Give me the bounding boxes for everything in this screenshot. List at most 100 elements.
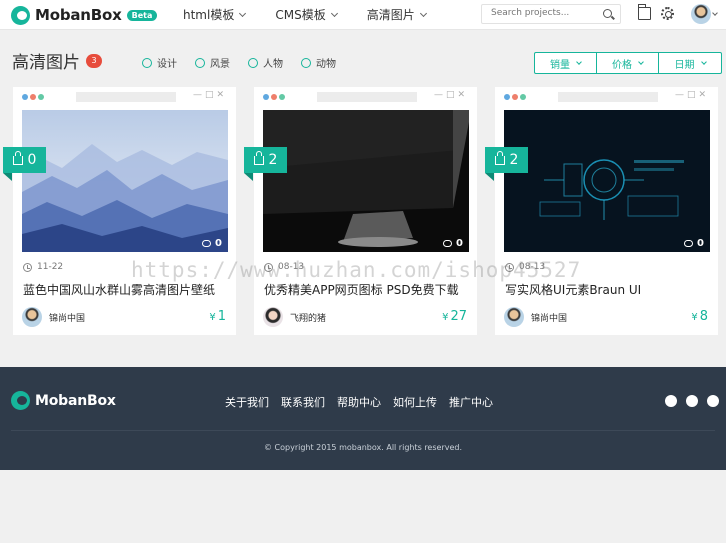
product-card[interactable]: —□✕ 0 0 11-22 蓝色中国风山水群山雾高清图片壁纸 锦尚中国 ¥1 xyxy=(3,87,236,335)
chevron-down-icon[interactable] xyxy=(712,10,718,16)
logo-icon xyxy=(11,5,30,25)
radio-icon[interactable] xyxy=(195,57,205,68)
window-controls-icon: —□✕ xyxy=(192,90,227,100)
filter-label: 风景 xyxy=(210,59,230,70)
card-author[interactable]: 飞翔的猪 xyxy=(263,307,326,327)
currency-symbol: ¥ xyxy=(209,312,216,323)
search-input[interactable] xyxy=(491,8,601,18)
footer-link-upload[interactable]: 如何上传 xyxy=(393,394,437,410)
price-value: 27 xyxy=(450,309,467,324)
search-box xyxy=(481,4,621,24)
like-count: 2 xyxy=(509,152,519,168)
filter-animals[interactable]: 动物 xyxy=(301,55,336,70)
window-dots xyxy=(22,94,46,100)
qq-icon[interactable] xyxy=(707,395,719,407)
author-name: 锦尚中国 xyxy=(531,313,568,324)
sort-label: 价格 xyxy=(612,59,632,71)
folder-icon[interactable] xyxy=(637,4,651,20)
beta-badge: Beta xyxy=(126,9,158,21)
site-footer: MobanBox 关于我们 联系我们 帮助中心 如何上传 推广中心 © Copy… xyxy=(0,367,726,470)
currency-symbol: ¥ xyxy=(691,312,698,323)
card-title[interactable]: 写实风格UI元素Braun UI xyxy=(505,281,711,298)
filter-landscape[interactable]: 风景 xyxy=(195,55,230,70)
url-bar xyxy=(317,92,417,102)
comment-icon xyxy=(684,240,694,247)
clock-icon xyxy=(505,262,514,272)
window-dots xyxy=(263,94,287,100)
window-dots xyxy=(504,94,528,100)
window-controls-icon: —□✕ xyxy=(433,90,468,100)
sort-button-group: 销量 价格 日期 xyxy=(534,52,722,74)
radio-icon[interactable] xyxy=(248,57,258,68)
filter-people[interactable]: 人物 xyxy=(248,55,283,70)
footer-link-contact[interactable]: 联系我们 xyxy=(281,394,325,410)
footer-brand-name: MobanBox xyxy=(35,392,116,409)
card-author[interactable]: 锦尚中国 xyxy=(504,307,567,327)
date-text: 08-13 xyxy=(278,262,305,272)
card-price: ¥1 xyxy=(209,309,226,324)
price-value: 1 xyxy=(217,309,226,324)
page-title: 高清图片 3 xyxy=(12,48,102,73)
product-card[interactable]: —□✕ 0 2 08-13 优秀精美APP网页图标 PSD免费下载 飞翔的猪 ¥… xyxy=(244,87,477,335)
product-card[interactable]: —□✕ 0 2 08-13 写实风格UI元素Braun UI 锦尚中国 ¥8 xyxy=(485,87,718,335)
currency-symbol: ¥ xyxy=(442,312,449,323)
brand-logo[interactable]: MobanBox Beta xyxy=(11,4,158,26)
author-name: 锦尚中国 xyxy=(49,313,86,324)
card-price: ¥8 xyxy=(691,309,708,324)
footer-logo[interactable]: MobanBox xyxy=(11,391,116,410)
mountain-image xyxy=(22,110,228,252)
comment-icon xyxy=(202,240,212,247)
chevron-down-icon xyxy=(239,9,247,17)
copyright-text: © Copyright 2015 mobanbox. All rights re… xyxy=(263,443,463,452)
chevron-down-icon xyxy=(330,9,338,17)
card-title[interactable]: 优秀精美APP网页图标 PSD免费下载 xyxy=(264,281,470,298)
nav-item-images[interactable]: 高清图片 xyxy=(366,6,427,23)
browser-frame: —□✕ xyxy=(495,87,718,106)
wechat-icon[interactable] xyxy=(665,395,677,407)
card-date: 11-22 xyxy=(23,262,63,272)
comment-count: 0 xyxy=(202,238,222,249)
card-image[interactable]: 0 xyxy=(263,110,469,252)
browser-frame: —□✕ xyxy=(13,87,236,106)
price-value: 8 xyxy=(699,309,708,324)
like-ribbon[interactable]: 2 xyxy=(485,147,528,181)
monitor-image xyxy=(263,110,469,252)
avatar[interactable] xyxy=(691,4,711,24)
nav-item-cms[interactable]: CMS模板 xyxy=(275,6,338,23)
radio-icon[interactable] xyxy=(301,57,311,68)
search-icon[interactable] xyxy=(603,9,612,18)
like-ribbon[interactable]: 2 xyxy=(244,147,287,181)
radio-icon[interactable] xyxy=(142,57,152,68)
nav-item-html[interactable]: html模板 xyxy=(183,6,247,23)
bag-icon xyxy=(12,150,23,165)
footer-link-help[interactable]: 帮助中心 xyxy=(337,394,381,410)
browser-frame: —□✕ xyxy=(254,87,477,106)
footer-link-promotion[interactable]: 推广中心 xyxy=(449,394,493,410)
avatar xyxy=(504,307,524,327)
logo-icon xyxy=(11,391,30,410)
nav-item-label: CMS模板 xyxy=(275,8,326,22)
filter-label: 人物 xyxy=(263,59,283,70)
like-count: 2 xyxy=(268,152,278,168)
comment-number: 0 xyxy=(697,238,704,249)
card-image[interactable]: 0 xyxy=(22,110,228,252)
gear-icon[interactable] xyxy=(661,7,674,20)
sort-price-button[interactable]: 价格 xyxy=(597,53,659,73)
footer-divider xyxy=(11,430,715,431)
comment-count: 0 xyxy=(443,238,463,249)
avatar xyxy=(263,307,283,327)
card-image[interactable]: 0 xyxy=(504,110,710,252)
card-author[interactable]: 锦尚中国 xyxy=(22,307,85,327)
nav-item-label: 高清图片 xyxy=(366,8,415,22)
filter-design[interactable]: 设计 xyxy=(142,55,177,70)
sort-sales-button[interactable]: 销量 xyxy=(535,53,597,73)
bag-icon xyxy=(253,150,264,165)
nav-item-label: html模板 xyxy=(183,8,235,22)
brand-name: MobanBox xyxy=(35,6,122,24)
main-nav: html模板 CMS模板 高清图片 xyxy=(183,6,456,23)
sort-date-button[interactable]: 日期 xyxy=(659,53,721,73)
card-title[interactable]: 蓝色中国风山水群山雾高清图片壁纸 xyxy=(23,281,229,298)
footer-link-about[interactable]: 关于我们 xyxy=(225,394,269,410)
weibo-icon[interactable] xyxy=(686,395,698,407)
like-ribbon[interactable]: 0 xyxy=(3,147,46,181)
